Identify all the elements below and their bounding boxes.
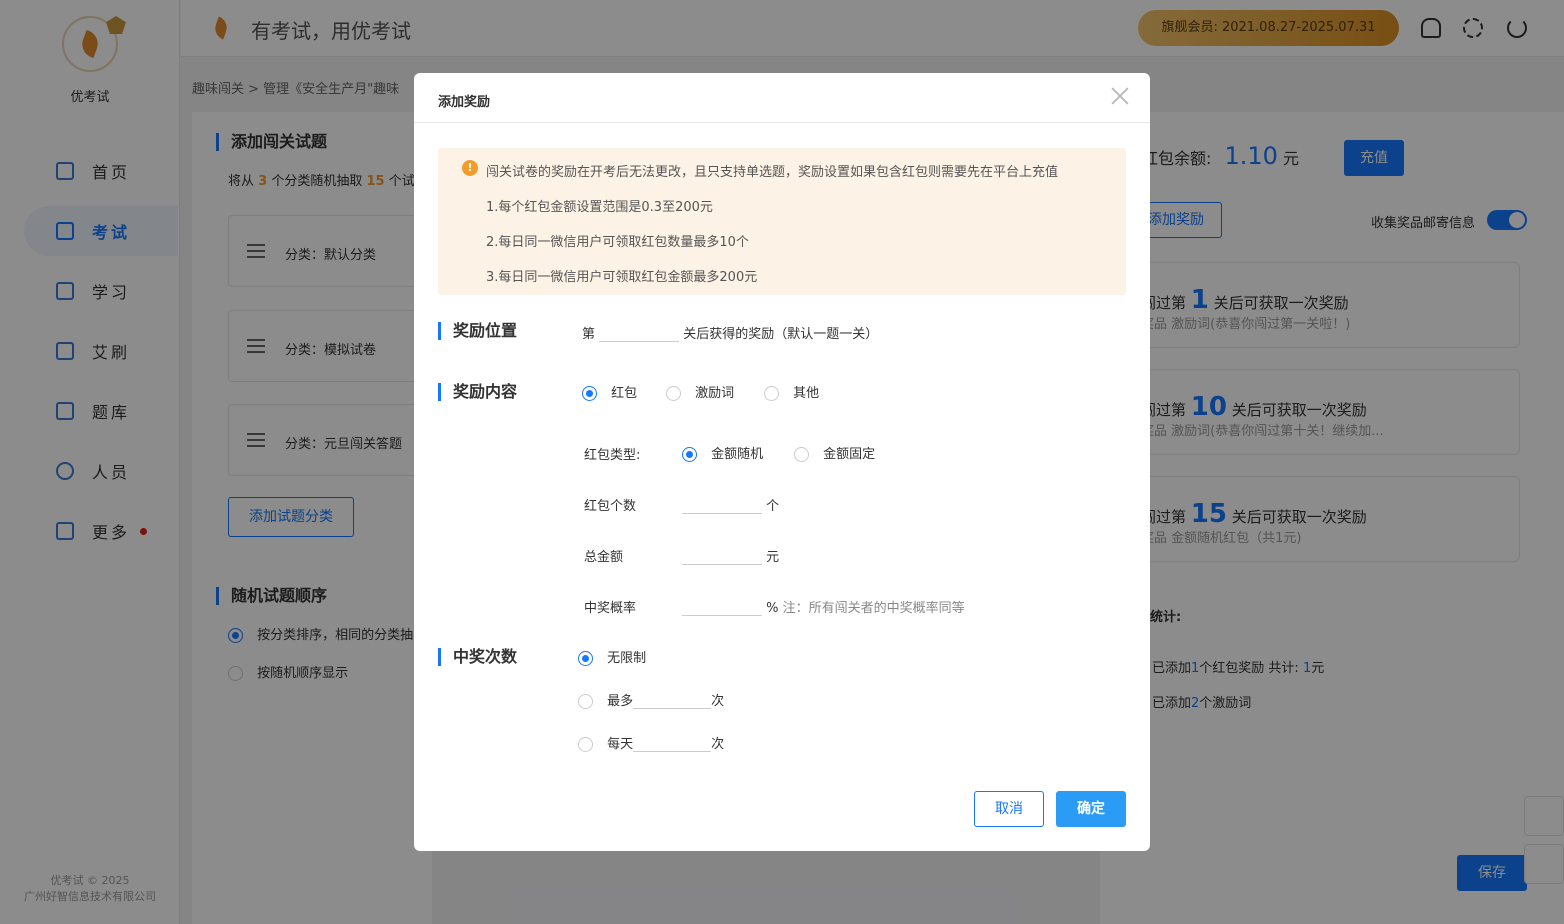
times-option-label: 无限制 [607, 651, 647, 666]
times-option-daily[interactable]: 每天 次 [578, 733, 724, 752]
position-row: 第 关后获得的奖励（默认一题一关） [582, 323, 878, 342]
content-option-label: 其他 [793, 386, 820, 401]
dialog-header: 添加奖励 [414, 73, 1150, 123]
content-option-other[interactable]: 其他 [764, 382, 819, 401]
times-daily-input[interactable] [633, 736, 712, 752]
rp-prob-label: 中奖概率 [584, 601, 637, 616]
rp-prob-unit: % [766, 601, 779, 616]
section-reward-content: 奖励内容 [438, 383, 517, 401]
times-option-unit: 次 [711, 737, 725, 752]
rp-type-option-label: 金额随机 [711, 447, 764, 462]
times-option-label: 最多 [607, 694, 634, 709]
content-option-label: 激励词 [695, 386, 735, 401]
content-option-encourage[interactable]: 激励词 [666, 382, 734, 401]
content-option-label: 红包 [611, 386, 638, 401]
rp-type-label: 红包类型: [584, 448, 641, 463]
notice-box: ! 闯关试卷的奖励在开考后无法更改，且只支持单选题，奖励设置如果包含红包则需要先… [438, 148, 1126, 295]
position-input[interactable] [599, 326, 680, 342]
times-option-label: 每天 [607, 737, 634, 752]
warning-icon: ! [462, 160, 478, 176]
rp-total-unit: 元 [766, 550, 780, 565]
radio-unchecked[interactable] [666, 386, 681, 401]
rp-count-input[interactable] [682, 498, 762, 514]
radio-checked[interactable] [582, 386, 597, 401]
times-option-unit: 次 [711, 694, 725, 709]
radio-unchecked[interactable] [794, 447, 809, 462]
add-reward-dialog: 添加奖励 ! 闯关试卷的奖励在开考后无法更改，且只支持单选题，奖励设置如果包含红… [414, 73, 1150, 851]
rp-count-unit: 个 [766, 499, 780, 514]
dialog-title: 添加奖励 [438, 95, 491, 110]
rp-prob-note: 注：所有闯关者的中奖概率同等 [782, 601, 965, 616]
position-suffix: 关后获得的奖励（默认一题一关） [683, 327, 879, 342]
close-icon[interactable] [1110, 85, 1130, 105]
rp-type-random[interactable]: 金额随机 [682, 443, 763, 462]
radio-checked[interactable] [578, 651, 593, 666]
radio-checked[interactable] [682, 447, 697, 462]
rp-count-label: 红包个数 [584, 499, 637, 514]
times-option-unlimited[interactable]: 无限制 [578, 647, 646, 666]
rp-total-label: 总金额 [584, 550, 624, 565]
cancel-button[interactable]: 取消 [974, 791, 1044, 827]
rp-count-row: 个 [682, 495, 779, 514]
position-prefix: 第 [582, 327, 596, 342]
rp-prob-row: % 注：所有闯关者的中奖概率同等 [682, 597, 965, 616]
radio-unchecked[interactable] [578, 737, 593, 752]
rp-type-fixed[interactable]: 金额固定 [794, 443, 875, 462]
rp-prob-input[interactable] [682, 600, 762, 616]
notice-rule-2: 2.每日同一微信用户可领取红包数量最多10个 [486, 235, 749, 250]
radio-unchecked[interactable] [578, 694, 593, 709]
notice-main: 闯关试卷的奖励在开考后无法更改，且只支持单选题，奖励设置如果包含红包则需要先在平… [486, 165, 1059, 180]
section-reward-position: 奖励位置 [438, 322, 517, 340]
rp-total-row: 元 [682, 546, 779, 565]
rp-total-input[interactable] [682, 549, 762, 565]
times-option-max[interactable]: 最多 次 [578, 690, 724, 709]
content-option-redpacket[interactable]: 红包 [582, 382, 637, 401]
notice-rule-1: 1.每个红包金额设置范围是0.3至200元 [486, 200, 713, 215]
radio-unchecked[interactable] [764, 386, 779, 401]
times-max-input[interactable] [633, 693, 712, 709]
rp-type-option-label: 金额固定 [823, 447, 876, 462]
confirm-button[interactable]: 确定 [1056, 791, 1126, 827]
notice-rule-3: 3.每日同一微信用户可领取红包金额最多200元 [486, 270, 758, 285]
section-win-times: 中奖次数 [438, 648, 517, 666]
